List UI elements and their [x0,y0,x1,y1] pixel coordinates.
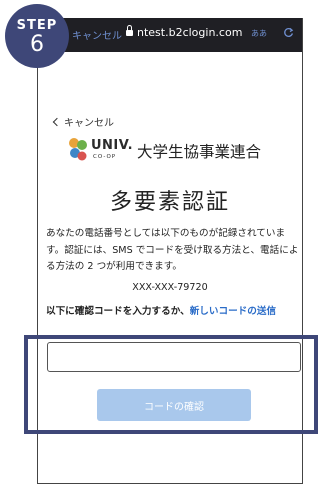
org-name: 大学生協事業連合 [137,143,262,161]
coop-leaf-icon [69,138,87,161]
reload-icon[interactable] [283,27,294,38]
resend-code-link[interactable]: 新しいコードの送信 [190,306,276,317]
browser-address-bar: キャンセル ntest.b2clogin.com ああ [38,18,302,52]
code-prompt-text: 以下に確認コードを入力するか、 [46,306,190,317]
logo-univ: UNIV. [91,138,134,153]
browser-cancel-button[interactable]: キャンセル [72,27,122,42]
masked-phone-number: XXX-XXX-79720 [132,282,208,293]
step-badge: STEP 6 [5,4,69,68]
step-number: 6 [30,32,44,57]
logo-coop: CO-OP [93,154,117,160]
lock-icon [126,25,133,36]
page-title: 多要素認証 [109,190,230,215]
univ-coop-logo: UNIV. CO-OP 大学生協事業連合 [67,136,287,164]
cancel-link-label: キャンセル [64,118,114,129]
cancel-link[interactable]: キャンセル [52,114,114,129]
verify-code-button[interactable]: コードの確認 [97,389,251,421]
verification-code-input[interactable] [47,342,301,372]
text-size-button[interactable]: ああ [251,28,267,39]
step-label: STEP [16,18,58,33]
url-text[interactable]: ntest.b2clogin.com [137,26,242,39]
chevron-left-icon [52,117,62,127]
description-text: あなたの電話番号としては以下のものが記録されています。認証には、SMS でコード… [46,228,299,272]
code-prompt: 以下に確認コードを入力するか、新しいコードの送信 [46,304,302,320]
